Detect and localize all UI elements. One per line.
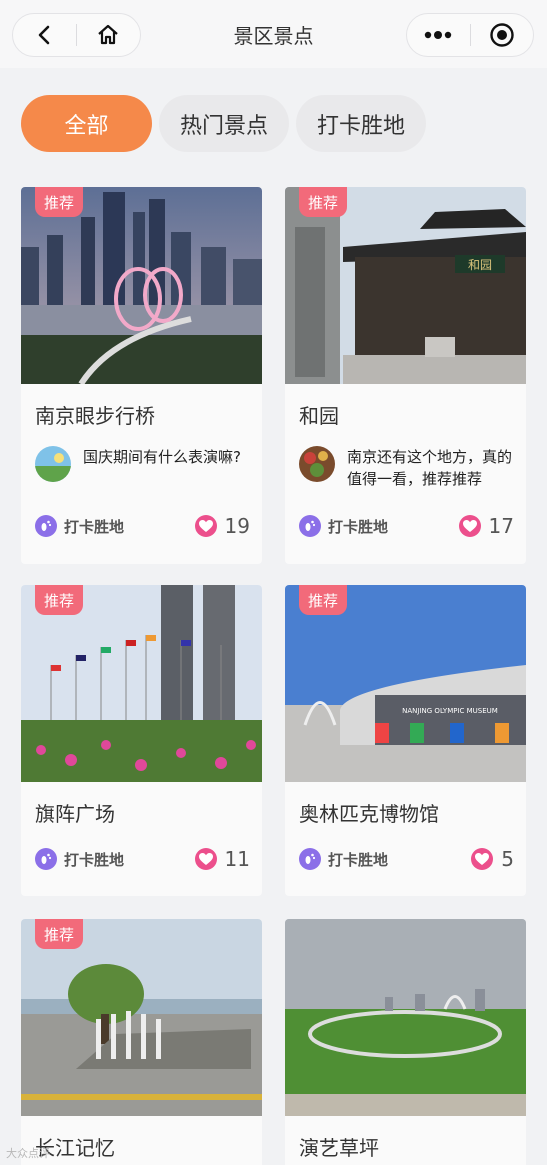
footprint-icon <box>299 515 321 537</box>
attraction-title: 南京眼步行桥 <box>35 404 155 428</box>
like-count: 17 <box>488 514 514 538</box>
attraction-image: NANJING OLYMPIC MUSEUM 推荐 <box>285 585 526 782</box>
like-count: 11 <box>224 847 250 871</box>
attraction-card[interactable]: 演艺草坪 <box>285 919 526 1165</box>
like-button[interactable]: 17 <box>458 514 514 538</box>
footprint-icon <box>35 515 57 537</box>
heart-icon <box>458 515 481 537</box>
tab-all[interactable]: 全部 <box>21 95 152 152</box>
tab-checkin[interactable]: 打卡胜地 <box>296 95 426 152</box>
attraction-card[interactable]: 推荐 长江记忆 <box>21 919 262 1165</box>
heart-icon <box>194 515 217 537</box>
close-miniprogram-button[interactable] <box>471 14 534 56</box>
card-footer: 打卡胜地 17 <box>299 513 514 539</box>
attraction-title: 演艺草坪 <box>299 1136 379 1160</box>
filter-tabs: 全部 热门景点 打卡胜地 <box>21 95 426 152</box>
recommend-badge: 推荐 <box>35 585 83 615</box>
attraction-title: 旗阵广场 <box>35 802 115 826</box>
attraction-image: 推荐 <box>21 187 262 384</box>
nav-capsule-right <box>406 13 534 57</box>
avatar <box>299 446 335 482</box>
comment-text: 国庆期间有什么表演嘛? <box>83 448 241 466</box>
avatar <box>35 446 71 482</box>
heart-icon <box>194 848 217 870</box>
attraction-image: 和园 推荐 <box>285 187 526 384</box>
recommend-badge: 推荐 <box>35 919 83 949</box>
attraction-card[interactable]: NANJING OLYMPIC MUSEUM 推荐 奥林匹克博物馆 打卡胜地 5 <box>285 585 526 896</box>
like-count: 19 <box>224 514 250 538</box>
like-button[interactable]: 19 <box>194 514 250 538</box>
footprint-icon <box>35 848 57 870</box>
attraction-image: 推荐 <box>21 585 262 782</box>
more-button[interactable] <box>407 14 470 56</box>
card-footer: 打卡胜地 19 <box>35 513 250 539</box>
more-icon <box>425 31 452 39</box>
tag-label: 打卡胜地 <box>64 850 125 869</box>
top-comment: 国庆期间有什么表演嘛? <box>35 446 250 482</box>
footprint-icon <box>299 848 321 870</box>
attraction-image <box>285 919 526 1116</box>
museum-sign: NANJING OLYMPIC MUSEUM <box>402 707 498 715</box>
heart-icon <box>471 848 494 870</box>
capture-icon <box>490 23 514 47</box>
nav-bar: 景区景点 <box>0 0 547 68</box>
gate-sign: 和园 <box>468 258 492 272</box>
card-footer: 打卡胜地 11 <box>35 846 250 872</box>
top-comment: 南京还有这个地方，真的值得一看，推荐推荐 <box>299 446 514 490</box>
attraction-title: 和园 <box>299 404 339 428</box>
recommend-badge: 推荐 <box>35 187 83 217</box>
recommend-badge: 推荐 <box>299 187 347 217</box>
attraction-card[interactable]: 推荐 南京眼步行桥 国庆期间有什么表演嘛? 打卡胜地 19 <box>21 187 262 564</box>
card-footer: 打卡胜地 5 <box>299 846 514 872</box>
attraction-title: 奥林匹克博物馆 <box>299 802 439 826</box>
tag-label: 打卡胜地 <box>328 517 389 536</box>
attraction-card[interactable]: 推荐 旗阵广场 打卡胜地 11 <box>21 585 262 896</box>
comment-text: 南京还有这个地方，真的值得一看，推荐推荐 <box>347 448 513 488</box>
like-count: 5 <box>501 847 514 871</box>
tab-popular[interactable]: 热门景点 <box>159 95 289 152</box>
tag-label: 打卡胜地 <box>64 517 125 536</box>
attraction-card[interactable]: 和园 推荐 和园 南京还有这个地方，真的值得一看，推荐推荐 打卡胜地 17 <box>285 187 526 564</box>
like-button[interactable]: 11 <box>194 847 250 871</box>
attraction-image: 推荐 <box>21 919 262 1116</box>
watermark: 大众点评 <box>6 1147 50 1160</box>
tag-label: 打卡胜地 <box>328 850 389 869</box>
recommend-badge: 推荐 <box>299 585 347 615</box>
like-button[interactable]: 5 <box>471 847 514 871</box>
